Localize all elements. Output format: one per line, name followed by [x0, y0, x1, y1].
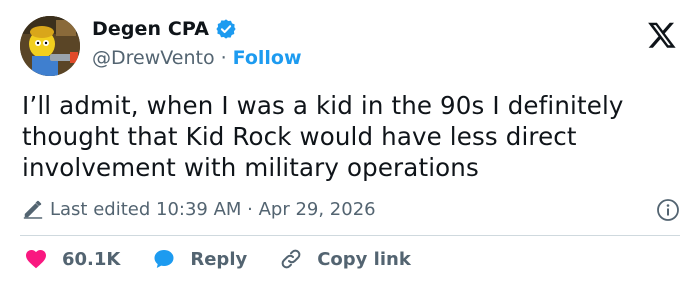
avatar-image	[20, 16, 80, 76]
handle[interactable]: @DrewVento	[92, 47, 215, 69]
separator: ·	[220, 47, 227, 69]
link-icon	[281, 249, 301, 269]
edited-row: Last edited 10:39 AM · Apr 29, 2026	[22, 198, 376, 220]
info-icon[interactable]	[656, 198, 680, 222]
last-edited-timestamp[interactable]: Last edited 10:39 AM · Apr 29, 2026	[50, 199, 376, 220]
pencil-icon	[23, 200, 43, 219]
like-button[interactable]: 60.1K	[24, 247, 120, 271]
tweet-text: I’ll admit, when I was a kid in the 90s …	[22, 91, 624, 182]
reply-button[interactable]: Reply	[152, 247, 247, 271]
follow-button[interactable]: Follow	[233, 47, 302, 69]
x-logo-icon[interactable]	[646, 20, 678, 50]
verified-badge-icon	[216, 19, 236, 39]
copy-link-label: Copy link	[317, 248, 411, 270]
heart-icon	[26, 250, 46, 269]
action-bar: 60.1K Reply Copy link	[24, 247, 443, 271]
copy-link-button[interactable]: Copy link	[279, 247, 411, 271]
handle-row: @DrewVento · Follow	[92, 47, 302, 69]
divider	[20, 235, 680, 236]
display-name[interactable]: Degen CPA	[92, 18, 209, 40]
avatar[interactable]	[20, 16, 80, 76]
like-count: 60.1K	[62, 248, 121, 270]
reply-bubble-icon	[154, 250, 174, 268]
name-row: Degen CPA	[92, 18, 237, 40]
reply-label: Reply	[190, 248, 248, 270]
